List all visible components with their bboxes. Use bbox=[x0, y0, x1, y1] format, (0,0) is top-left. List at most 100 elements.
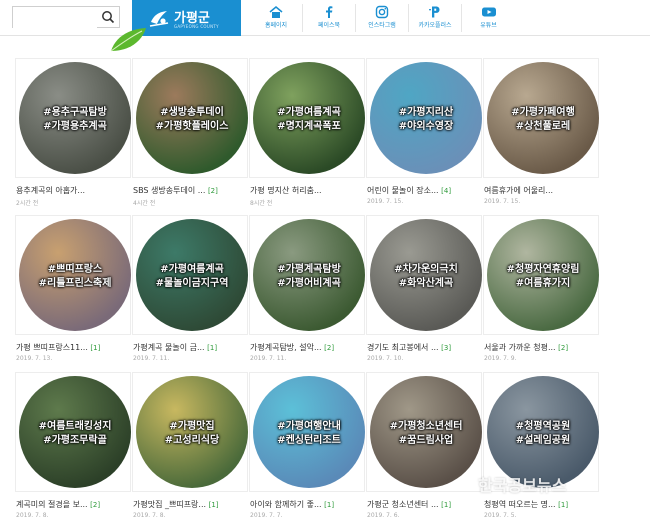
nav-label: 유튜브 bbox=[480, 22, 497, 29]
post-title: 어린이 물놀이 장소... bbox=[367, 186, 439, 195]
post-date: 2019. 7. 8. bbox=[16, 512, 49, 519]
post-date: 2019. 7. 11. bbox=[133, 355, 170, 362]
post-title-link[interactable]: 가평군 청소년센터 ... [1] bbox=[367, 499, 482, 510]
comment-count: [1] bbox=[558, 501, 569, 509]
post-thumbnail[interactable]: #가평여름계곡 #물놀이금지구역 bbox=[132, 215, 248, 335]
post-title: 경기도 최고봉에서 ... bbox=[367, 343, 439, 352]
post-hashtag-secondary: #켄싱턴리조트 bbox=[277, 435, 341, 446]
social-nav: 홈페이지 페이스북 인스타그램 카카오플러스 유튜브 bbox=[250, 4, 515, 32]
post-image: #가평맛집 #고성리식당 bbox=[136, 376, 248, 488]
top-header: 가평군 GAPYEONG COUNTY 홈페이지 페이스북 인스타그램 카카오플… bbox=[0, 0, 650, 36]
post-hashtag-primary: #생방송투데이 bbox=[160, 107, 224, 118]
post-card[interactable]: #가평카페여행 #상천풀로레 여름휴가에 어울리... 2019. 7. 15. bbox=[482, 58, 599, 206]
nav-youtube[interactable]: 유튜브 bbox=[462, 4, 515, 32]
post-hashtag-secondary: #명지계곡폭포 bbox=[277, 121, 341, 132]
post-title-link[interactable]: 계곡미의 절경을 보... [2] bbox=[16, 499, 131, 510]
post-hashtag-secondary: #상천풀로레 bbox=[515, 121, 571, 132]
youtube-icon bbox=[481, 7, 496, 17]
post-title-link[interactable]: 가평계곡탐방, 설악... [2] bbox=[250, 342, 365, 353]
post-image: #청평자연휴양림 #여름휴가지 bbox=[487, 219, 599, 331]
search-input[interactable] bbox=[13, 10, 97, 30]
nav-instagram[interactable]: 인스타그램 bbox=[356, 4, 409, 32]
post-hashtag-primary: #여름트래킹성지 bbox=[38, 421, 112, 432]
post-card[interactable]: #가평맛집 #고성리식당 가평맛집 _쁘띠프랑... [1] 2019. 7. 8. bbox=[131, 372, 248, 520]
post-card[interactable]: #청평역공원 #설레임공원 청평역 떠오르는 명... [1] 2019. 7. 5. bbox=[482, 372, 599, 520]
post-thumbnail[interactable]: #가평여름계곡 #명지계곡폭포 bbox=[249, 58, 365, 178]
post-title-link[interactable]: 경기도 최고봉에서 ... [3] bbox=[367, 342, 482, 353]
post-title: 가평 쁘띠프랑스11... bbox=[16, 343, 88, 352]
post-title-link[interactable]: 용추계곡의 아홉가... bbox=[16, 185, 131, 196]
post-hashtag-primary: #가평여름계곡 bbox=[277, 107, 341, 118]
post-date: 2019. 7. 7. bbox=[250, 512, 283, 519]
comment-count: [1] bbox=[208, 501, 219, 509]
nav-label: 인스타그램 bbox=[368, 22, 396, 29]
nav-facebook[interactable]: 페이스북 bbox=[303, 4, 356, 32]
post-thumbnail[interactable]: #가평지리산 #야외수영장 bbox=[366, 58, 482, 178]
post-title-link[interactable]: 가평맛집 _쁘띠프랑... [1] bbox=[133, 499, 248, 510]
post-thumbnail[interactable]: #용추구곡탐방 #가평용추계곡 bbox=[15, 58, 131, 178]
post-card[interactable]: #청평자연휴양림 #여름휴가지 서울과 가까운 청평... [2] 2019. 7. … bbox=[482, 215, 599, 363]
post-card[interactable]: #가평청소년센터 #꿈드림사업가평군 청소년센터 ... [1] 2019. 7. … bbox=[365, 372, 482, 520]
post-card[interactable]: #쁘띠프랑스 #리틀프린스축제가평 쁘띠프랑스11... [1] 2019. 7. … bbox=[14, 215, 131, 363]
post-thumbnail[interactable]: #청평자연휴양림 #여름휴가지 bbox=[483, 215, 599, 335]
post-thumbnail[interactable]: #가평카페여행 #상천풀로레 bbox=[483, 58, 599, 178]
post-hashtag-secondary: #고성리식당 bbox=[164, 435, 220, 446]
post-thumbnail[interactable]: #여름트래킹성지 #가평조무락골 bbox=[15, 372, 131, 492]
kakao-plus-icon bbox=[429, 6, 440, 18]
post-hashtag-secondary: #물놀이금지구역 bbox=[155, 278, 229, 289]
post-date: 2019. 7. 6. bbox=[367, 512, 400, 519]
post-image: #가평계곡탐방 #가평어비계곡 bbox=[253, 219, 365, 331]
post-thumbnail[interactable]: #생방송투데이 #가평핫플레이스 bbox=[132, 58, 248, 178]
post-image: #가평여행안내 #켄싱턴리조트 bbox=[253, 376, 365, 488]
post-hashtag-primary: #가평여행안내 bbox=[277, 421, 341, 432]
post-thumbnail[interactable]: #쁘띠프랑스 #리틀프린스축제 bbox=[15, 215, 131, 335]
post-card[interactable]: #가평계곡탐방 #가평어비계곡 가평계곡탐방, 설악... [2] 2019. 7. … bbox=[248, 215, 365, 363]
search-icon[interactable] bbox=[101, 10, 115, 24]
post-title-link[interactable]: 아이와 함께하기 좋... [1] bbox=[250, 499, 365, 510]
post-hashtag-primary: #가평청소년센터 bbox=[389, 421, 463, 432]
post-title-link[interactable]: 청평역 떠오르는 명... [1] bbox=[484, 499, 599, 510]
post-card[interactable]: #가평여름계곡 #물놀이금지구역가평계곡 물놀이 금... [1] 2019. 7.… bbox=[131, 215, 248, 363]
post-card[interactable]: #여름트래킹성지 #가평조무락골계곡미의 절경을 보... [2] 2019. 7.… bbox=[14, 372, 131, 520]
post-thumbnail[interactable]: #가평계곡탐방 #가평어비계곡 bbox=[249, 215, 365, 335]
nav-homepage[interactable]: 홈페이지 bbox=[250, 4, 303, 32]
post-thumbnail[interactable]: #가평청소년센터 #꿈드림사업 bbox=[366, 372, 482, 492]
nav-kakao-plus[interactable]: 카카오플러스 bbox=[409, 4, 462, 32]
post-image: #가평지리산 #야외수영장 bbox=[370, 62, 482, 174]
post-card[interactable]: #가평지리산 #야외수영장 어린이 물놀이 장소... [4] 2019. 7. 15… bbox=[365, 58, 482, 206]
comment-count: [1] bbox=[324, 501, 335, 509]
post-title-link[interactable]: SBS 생방송투데이 ... [2] bbox=[133, 185, 248, 196]
post-card[interactable]: #용추구곡탐방 #가평용추계곡 용추계곡의 아홉가... 2시간 전 bbox=[14, 58, 131, 207]
post-card[interactable]: #생방송투데이 #가평핫플레이스 SBS 생방송투데이 ... [2] 4시간 전 bbox=[131, 58, 248, 207]
post-thumbnail[interactable]: #가평맛집 #고성리식당 bbox=[132, 372, 248, 492]
post-hashtag-primary: #가평카페여행 bbox=[511, 107, 575, 118]
post-card[interactable]: #차가운의극치 #화악산계곡 경기도 최고봉에서 ... [3] 2019. 7. 1… bbox=[365, 215, 482, 363]
post-title-link[interactable]: 가평 명지산 허리춤... bbox=[250, 185, 365, 196]
post-hashtag-primary: #차가운의극치 bbox=[394, 264, 458, 275]
post-date: 2019. 7. 13. bbox=[16, 355, 53, 362]
comment-count: [2] bbox=[558, 344, 569, 352]
post-card[interactable]: #가평여행안내 #켄싱턴리조트아이와 함께하기 좋... [1] 2019. 7. … bbox=[248, 372, 365, 520]
post-title-link[interactable]: 가평계곡 물놀이 금... [1] bbox=[133, 342, 248, 353]
post-title-link[interactable]: 어린이 물놀이 장소... [4] bbox=[367, 185, 482, 196]
post-hashtag-primary: #가평여름계곡 bbox=[160, 264, 224, 275]
post-title-link[interactable]: 서울과 가까운 청평... [2] bbox=[484, 342, 599, 353]
post-image: #가평여름계곡 #물놀이금지구역 bbox=[136, 219, 248, 331]
post-title: 가평맛집 _쁘띠프랑... bbox=[133, 500, 207, 509]
post-hashtag-secondary: #리틀프린스축제 bbox=[38, 278, 112, 289]
post-title: 여름휴가에 어울리... bbox=[484, 186, 554, 195]
post-hashtag-secondary: #화악산계곡 bbox=[398, 278, 454, 289]
post-image: #생방송투데이 #가평핫플레이스 bbox=[136, 62, 248, 174]
post-title-link[interactable]: 여름휴가에 어울리... bbox=[484, 185, 599, 196]
logo-link[interactable]: 가평군 GAPYEONG COUNTY bbox=[132, 0, 241, 36]
post-image: #용추구곡탐방 #가평용추계곡 bbox=[19, 62, 131, 174]
post-date: 2019. 7. 5. bbox=[484, 512, 517, 519]
post-thumbnail[interactable]: #차가운의극치 #화악산계곡 bbox=[366, 215, 482, 335]
home-icon bbox=[269, 6, 283, 18]
post-card[interactable]: #가평여름계곡 #명지계곡폭포 가평 명지산 허리춤... 8시간 전 bbox=[248, 58, 365, 207]
post-hashtag-secondary: #가평핫플레이스 bbox=[155, 121, 229, 132]
post-title: 계곡미의 절경을 보... bbox=[16, 500, 88, 509]
comment-count: [2] bbox=[207, 187, 218, 195]
post-title-link[interactable]: 가평 쁘띠프랑스11... [1] bbox=[16, 342, 131, 353]
post-thumbnail[interactable]: #가평여행안내 #켄싱턴리조트 bbox=[249, 372, 365, 492]
